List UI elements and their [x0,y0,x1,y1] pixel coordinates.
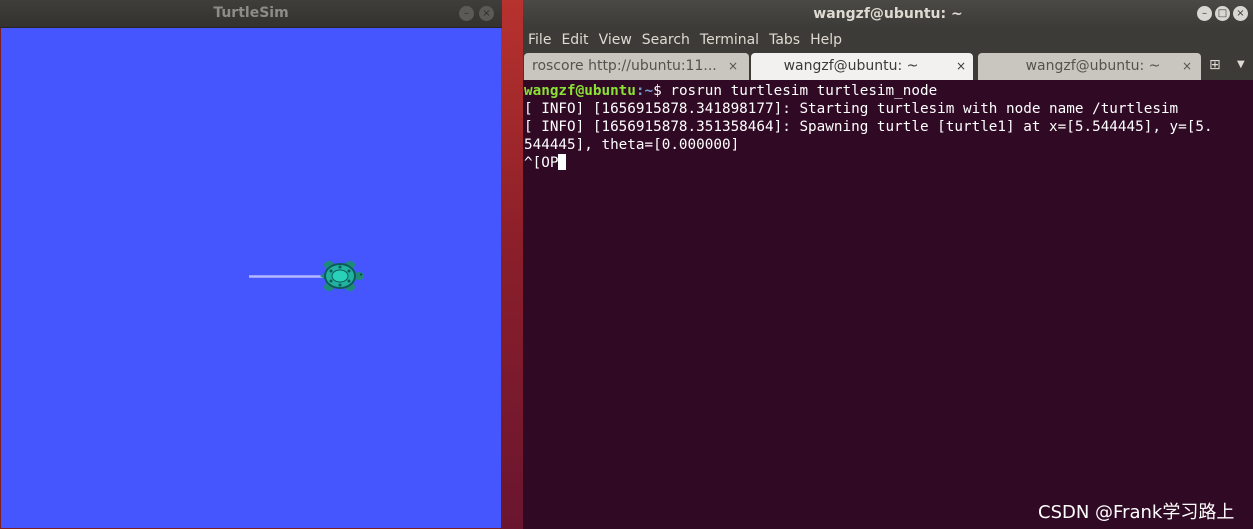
log-line: 544445], theta=[0.000000] [524,137,740,153]
close-icon[interactable]: × [956,59,966,73]
menu-help[interactable]: Help [810,32,842,48]
turtlesim-titlebar[interactable]: TurtleSim – × [0,0,502,28]
prompt-symbol: $ [653,83,671,99]
new-tab-icon[interactable]: ⊞ [1209,57,1227,75]
minimize-button[interactable]: – [1197,6,1212,21]
close-button[interactable]: × [479,6,494,21]
menu-terminal[interactable]: Terminal [700,32,759,48]
minimize-button[interactable]: – [459,6,474,21]
tab-bar: roscore http://ubuntu:11... × wangzf@ubu… [523,52,1253,80]
prompt-user: wangzf@ubuntu [524,83,636,99]
menu-edit[interactable]: Edit [561,32,588,48]
tab-label: roscore http://ubuntu:11... [532,58,717,74]
maximize-button[interactable]: □ [1215,6,1230,21]
turtlesim-window: TurtleSim – × [0,0,502,529]
menu-tabs[interactable]: Tabs [769,32,800,48]
menu-search[interactable]: Search [642,32,690,48]
command-text: rosrun turtlesim turtlesim_node [670,83,938,99]
desktop-wallpaper [500,0,524,529]
terminal-output[interactable]: wangzf@ubuntu:~$ rosrun turtlesim turtle… [524,82,1252,529]
prompt-path: :~ [635,83,654,99]
tab-label: wangzf@ubuntu: ~ [1025,58,1161,74]
turtle-icon [320,261,364,291]
terminal-title: wangzf@ubuntu: ~ [813,6,963,22]
watermark: CSDN @Frank学习路上 [1038,502,1235,523]
menu-bar: File Edit View Search Terminal Tabs Help [523,28,1253,52]
chevron-down-icon[interactable]: ▼ [1237,59,1245,70]
close-button[interactable]: × [1233,6,1248,21]
menu-view[interactable]: View [599,32,632,48]
text-cursor [558,154,567,170]
tab-terminal-2[interactable]: wangzf@ubuntu: ~ × [978,53,1201,80]
menu-file[interactable]: File [528,32,551,48]
current-input: ^[OP [524,155,559,171]
log-line: [ INFO] [1656915878.351358464]: Spawning… [524,119,1213,135]
turtlesim-canvas [1,28,501,528]
close-icon[interactable]: × [1182,59,1192,73]
tab-label: wangzf@ubuntu: ~ [783,58,919,74]
terminal-window: wangzf@ubuntu: ~ – □ × File Edit View Se… [523,0,1253,529]
log-line: [ INFO] [1656915878.341898177]: Starting… [524,101,1179,117]
tab-roscore[interactable]: roscore http://ubuntu:11... × [524,53,749,80]
terminal-titlebar[interactable]: wangzf@ubuntu: ~ – □ × [523,0,1253,28]
turtlesim-title: TurtleSim [213,5,289,21]
tab-terminal-active[interactable]: wangzf@ubuntu: ~ × [751,53,973,80]
close-icon[interactable]: × [728,59,738,73]
